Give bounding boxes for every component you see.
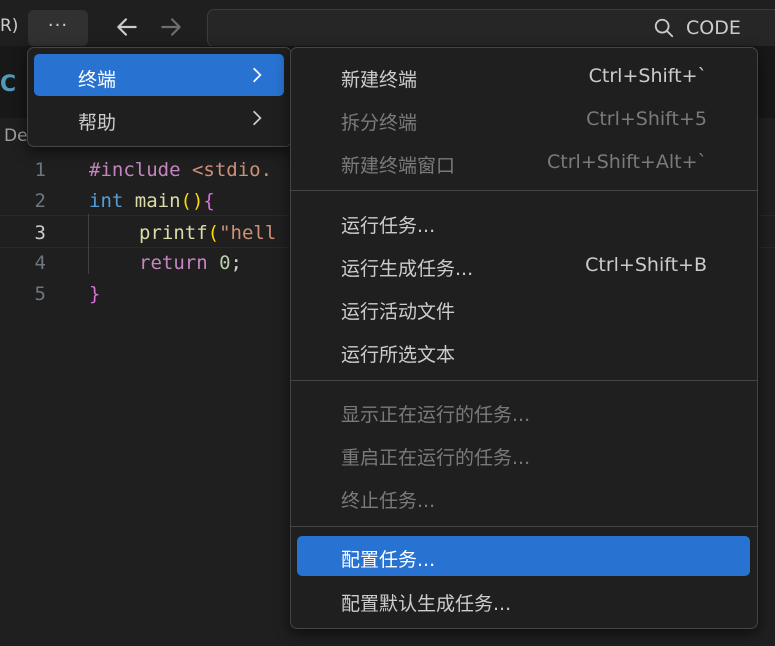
line-number: 2: [34, 190, 46, 212]
menu-item-show-running-tasks: 显示正在运行的任务...: [297, 391, 750, 431]
more-menu-button[interactable]: ···: [28, 10, 88, 46]
menu-item-shortcut: Ctrl+Shift+`: [588, 65, 707, 87]
chevron-right-icon: [253, 67, 262, 83]
code-text: }: [89, 283, 101, 305]
code-text: #include <stdio.: [89, 159, 273, 181]
more-menu: 终端 帮助: [27, 47, 292, 147]
menu-item-label: 终止任务...: [341, 490, 436, 512]
code-text: printf("hell: [139, 222, 277, 244]
title-bar: R) ··· CODE: [0, 0, 775, 47]
title-partial-text: R): [0, 16, 19, 36]
menu-item-help[interactable]: 帮助: [34, 97, 284, 139]
code-text: int main(){: [89, 190, 215, 212]
menu-item-label: 新建终端窗口: [341, 155, 456, 177]
menu-item-terminal[interactable]: 终端: [34, 54, 284, 96]
line-number: 3: [34, 222, 46, 244]
menu-item-label: 运行所选文本: [341, 344, 456, 366]
menu-item-label: 新建终端: [341, 69, 418, 91]
menu-item-label: 配置默认生成任务...: [341, 593, 512, 615]
breadcrumb[interactable]: De: [4, 126, 28, 146]
menu-item-label: 拆分终端: [341, 112, 418, 134]
menu-item-run-build-task[interactable]: 运行生成任务... Ctrl+Shift+B: [297, 245, 750, 285]
menu-separator: [291, 190, 757, 191]
menu-item-new-terminal-window: 新建终端窗口 Ctrl+Shift+Alt+`: [297, 142, 750, 182]
menu-separator: [291, 526, 757, 527]
menu-item-configure-default-build-task[interactable]: 配置默认生成任务...: [297, 580, 750, 620]
menu-item-run-active-file[interactable]: 运行活动文件: [297, 288, 750, 328]
terminal-submenu: 新建终端 Ctrl+Shift+` 拆分终端 Ctrl+Shift+5 新建终端…: [290, 47, 758, 629]
menu-item-shortcut: Ctrl+Shift+Alt+`: [547, 151, 707, 173]
line-number: 4: [34, 252, 46, 274]
chevron-right-icon: [253, 110, 262, 126]
menu-item-label: 运行活动文件: [341, 301, 456, 323]
menu-item-restart-running-task: 重启正在运行的任务...: [297, 434, 750, 474]
menu-item-label: 运行任务...: [341, 215, 436, 237]
menu-item-label: 重启正在运行的任务...: [341, 447, 531, 469]
menu-item-new-terminal[interactable]: 新建终端 Ctrl+Shift+`: [297, 56, 750, 96]
forward-arrow-icon[interactable]: [158, 14, 184, 40]
menu-item-split-terminal: 拆分终端 Ctrl+Shift+5: [297, 99, 750, 139]
menu-item-label: 配置任务...: [341, 549, 436, 571]
menu-item-run-task[interactable]: 运行任务...: [297, 202, 750, 242]
menu-item-shortcut: Ctrl+Shift+5: [586, 108, 707, 130]
menu-item-label: 终端: [78, 69, 117, 91]
indent-guide: [88, 214, 89, 274]
search-label: CODE: [686, 17, 741, 39]
menu-separator: [291, 380, 757, 381]
menu-item-shortcut: Ctrl+Shift+B: [585, 254, 707, 276]
c-file-tab-icon[interactable]: C: [0, 72, 16, 97]
menu-item-run-selected-text[interactable]: 运行所选文本: [297, 331, 750, 371]
menu-item-configure-tasks[interactable]: 配置任务...: [297, 536, 750, 576]
search-icon: [654, 18, 674, 38]
line-number: 5: [34, 283, 46, 305]
menu-item-label: 运行生成任务...: [341, 258, 474, 280]
menu-item-label: 帮助: [78, 112, 117, 134]
code-text: return 0;: [139, 252, 242, 274]
menu-item-label: 显示正在运行的任务...: [341, 404, 531, 426]
back-arrow-icon[interactable]: [114, 14, 140, 40]
menu-item-terminate-task: 终止任务...: [297, 477, 750, 517]
line-number: 1: [34, 159, 46, 181]
